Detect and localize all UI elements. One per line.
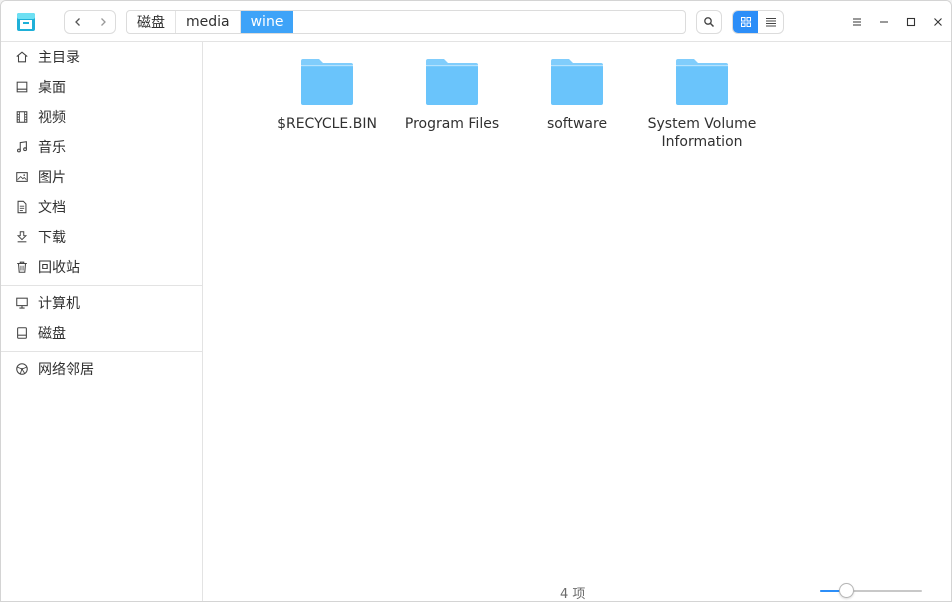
- grid-view-icon: [740, 17, 751, 27]
- folder-item[interactable]: Program Files: [392, 55, 512, 133]
- sidebar-item-video[interactable]: 视频: [1, 102, 202, 132]
- file-view[interactable]: 4 项 $RECYCLE.BIN Program Files software Sys…: [204, 42, 951, 602]
- desktop-icon-glyph: [16, 81, 28, 93]
- navigation-buttons: [64, 10, 116, 34]
- icon-view-button[interactable]: [733, 11, 758, 33]
- icon-size-slider[interactable]: [818, 580, 924, 600]
- sidebar-item-label: 视频: [38, 110, 66, 126]
- sidebar-item-label: 网络邻居: [38, 362, 94, 378]
- sidebar-item-music[interactable]: 音乐: [1, 132, 202, 162]
- sidebar-item-label: 文档: [38, 200, 66, 216]
- folder-item[interactable]: System Volume Information: [642, 55, 762, 151]
- forward-button[interactable]: [90, 11, 115, 33]
- disk-icon: [14, 325, 30, 341]
- window-controls: [843, 1, 951, 42]
- sidebar-item-desktop[interactable]: 桌面: [1, 72, 202, 102]
- file-manager-window: 磁盘 media wine 主目录 桌面 视频 音乐 图片 文档 下载 回收站 …: [0, 0, 952, 602]
- sidebar-item-label: 音乐: [38, 140, 66, 156]
- sidebar-divider: [1, 351, 202, 352]
- maximize-button[interactable]: [897, 1, 924, 42]
- document-icon-glyph: [17, 200, 27, 214]
- music-icon: [14, 139, 30, 155]
- folder-icon: [426, 59, 478, 105]
- sidebar-item-disk[interactable]: 磁盘: [1, 318, 202, 348]
- trash-icon: [14, 259, 30, 275]
- folder-icon: [551, 59, 603, 105]
- hamburger-menu-icon: [852, 17, 861, 26]
- home-icon: [14, 49, 30, 65]
- sidebar-item-home[interactable]: 主目录: [1, 42, 202, 72]
- breadcrumb-item[interactable]: 磁盘: [127, 11, 176, 33]
- home-icon-glyph: [16, 51, 28, 63]
- sidebar-item-label: 计算机: [38, 296, 80, 312]
- breadcrumb: 磁盘 media wine: [126, 10, 686, 34]
- item-count-status: 4 项: [560, 587, 586, 602]
- sidebar-item-label: 图片: [38, 170, 66, 186]
- menu-button[interactable]: [843, 1, 870, 42]
- sidebar-item-label: 桌面: [38, 80, 66, 96]
- view-mode-toggle: [732, 10, 784, 34]
- breadcrumb-item[interactable]: media: [176, 11, 241, 33]
- folder-icon: [676, 59, 728, 105]
- list-view-icon: [765, 18, 776, 27]
- document-icon: [14, 199, 30, 215]
- search-button[interactable]: [696, 10, 722, 34]
- folder-name: software: [546, 116, 608, 132]
- chevron-right-icon: [100, 18, 106, 26]
- maximize-icon: [906, 17, 915, 26]
- folder-item[interactable]: $RECYCLE.BIN: [267, 55, 387, 133]
- trash-icon-glyph: [17, 261, 27, 273]
- sidebar: 主目录桌面视频音乐图片文档下载回收站计算机磁盘网络邻居: [1, 42, 203, 601]
- network-icon: [14, 361, 30, 377]
- search-icon: [704, 17, 715, 28]
- sidebar-item-trash[interactable]: 回收站: [1, 252, 202, 282]
- computer-icon-glyph: [16, 297, 28, 309]
- slider-handle[interactable]: [838, 583, 854, 598]
- folder-name: Program Files: [404, 116, 500, 132]
- sidebar-item-network[interactable]: 网络邻居: [1, 354, 202, 384]
- download-icon: [14, 229, 30, 245]
- desktop-icon: [14, 79, 30, 95]
- app-logo-icon[interactable]: [15, 11, 37, 33]
- breadcrumb-item[interactable]: wine: [240, 11, 294, 33]
- sidebar-item-label: 下载: [38, 230, 66, 246]
- picture-icon-glyph: [16, 172, 28, 182]
- folder-item[interactable]: software: [517, 55, 637, 133]
- title-bar: 磁盘 media wine: [1, 1, 951, 42]
- download-icon-glyph: [16, 231, 28, 243]
- chevron-left-icon: [74, 18, 80, 26]
- music-icon-glyph: [17, 141, 27, 153]
- back-button[interactable]: [65, 11, 90, 33]
- sidebar-item-label: 回收站: [38, 260, 80, 276]
- close-icon: [933, 17, 942, 26]
- sidebar-item-label: 主目录: [38, 50, 80, 66]
- sidebar-item-picture[interactable]: 图片: [1, 162, 202, 192]
- sidebar-divider: [1, 285, 202, 286]
- folder-name: System Volume Information: [647, 116, 757, 150]
- network-icon-glyph: [16, 363, 28, 375]
- sidebar-item-label: 磁盘: [38, 326, 66, 342]
- sidebar-item-document[interactable]: 文档: [1, 192, 202, 222]
- folder-icon: [301, 59, 353, 105]
- list-view-button[interactable]: [758, 11, 783, 33]
- minimize-button[interactable]: [870, 1, 897, 42]
- video-icon-glyph: [16, 111, 28, 123]
- picture-icon: [14, 169, 30, 185]
- sidebar-item-computer[interactable]: 计算机: [1, 288, 202, 318]
- sidebar-item-download[interactable]: 下载: [1, 222, 202, 252]
- close-button[interactable]: [924, 1, 951, 42]
- minimize-icon: [879, 20, 888, 23]
- computer-icon: [14, 295, 30, 311]
- disk-icon-glyph: [17, 327, 27, 339]
- folder-name: $RECYCLE.BIN: [277, 116, 377, 132]
- video-icon: [14, 109, 30, 125]
